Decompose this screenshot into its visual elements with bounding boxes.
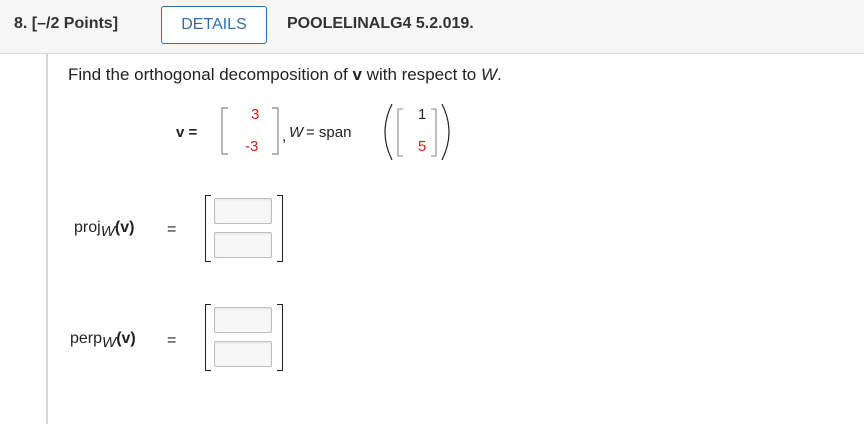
question-number: 8. [–/2 Points] — [14, 15, 119, 32]
perp-left-bracket — [205, 304, 211, 371]
perp-input-2[interactable] — [214, 341, 272, 367]
proj-equals: = — [167, 221, 177, 238]
proj-input-2[interactable] — [214, 232, 272, 258]
problem-prompt: Find the orthogonal decomposition of v w… — [68, 65, 502, 85]
W-label: W — [289, 124, 304, 141]
v-entry-1: 3 — [251, 106, 260, 123]
question-id: POOLELINALG4 5.2.019. — [287, 15, 474, 32]
w-entry-2: 5 — [418, 138, 427, 155]
span-parentheses — [384, 103, 450, 161]
prompt-period: . — [497, 65, 502, 84]
prompt-subspace-W: W — [481, 65, 498, 84]
span-label: = span — [306, 124, 352, 141]
proj-left-bracket — [205, 195, 211, 262]
w-entry-1: 1 — [418, 106, 427, 123]
proj-right-bracket — [277, 195, 283, 262]
perp-label: perpW(v) — [70, 330, 136, 352]
v-entry-2: -3 — [245, 138, 259, 155]
proj-input-1[interactable] — [214, 198, 272, 224]
perp-equals: = — [167, 332, 177, 349]
prompt-text-middle: with respect to — [361, 65, 481, 84]
comma: , — [282, 128, 287, 145]
prompt-text: Find the orthogonal decomposition of — [68, 65, 353, 84]
proj-label: projW(v) — [74, 219, 135, 241]
question-header: 8. [–/2 Points] DETAILS POOLELINALG4 5.2… — [0, 0, 864, 54]
perp-right-bracket — [277, 304, 283, 371]
prompt-vector-v: v — [352, 65, 362, 84]
content-left-border — [46, 54, 48, 424]
v-label: v = — [176, 124, 198, 141]
details-button[interactable]: DETAILS — [161, 6, 267, 44]
perp-input-1[interactable] — [214, 307, 272, 333]
